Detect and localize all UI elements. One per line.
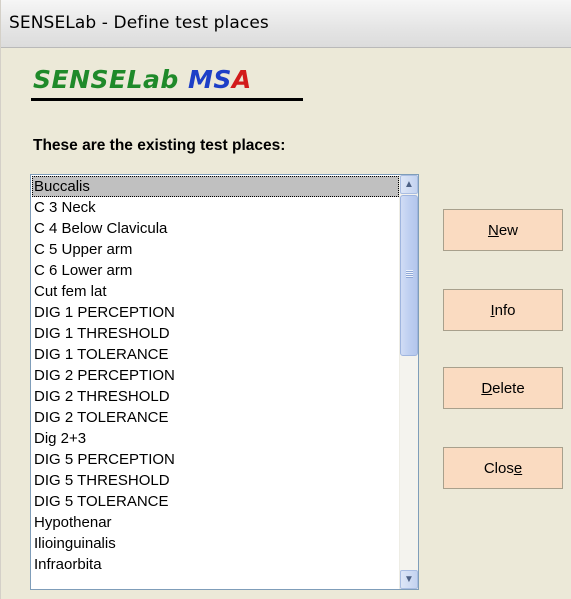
list-item[interactable]: DIG 5 PERCEPTION bbox=[32, 449, 399, 470]
title-bar[interactable]: SENSELab - Define test places bbox=[1, 0, 571, 48]
logo-part-ms: MS bbox=[188, 65, 232, 94]
test-places-listbox[interactable]: Buccalis C 3 Neck C 4 Below Clavicula C 5 U… bbox=[30, 174, 419, 590]
new-button[interactable]: New bbox=[443, 209, 563, 251]
list-item[interactable]: DIG 2 THRESHOLD bbox=[32, 386, 399, 407]
list-item[interactable]: C 3 Neck bbox=[32, 197, 399, 218]
list-item[interactable]: Dig 2+3 bbox=[32, 428, 399, 449]
logo-part-senselab: SENSELab bbox=[33, 65, 179, 94]
close-button[interactable]: Close bbox=[443, 447, 563, 489]
delete-button-label: Delete bbox=[481, 379, 525, 397]
list-item[interactable]: DIG 1 TOLERANCE bbox=[32, 344, 399, 365]
info-button[interactable]: Info bbox=[443, 289, 563, 331]
list-item[interactable]: Hypothenar bbox=[32, 512, 399, 533]
close-button-label: Close bbox=[483, 459, 523, 477]
vertical-scrollbar[interactable]: ▲ ▼ bbox=[399, 175, 418, 589]
test-places-list[interactable]: Buccalis C 3 Neck C 4 Below Clavicula C 5 U… bbox=[32, 176, 399, 575]
list-item[interactable]: DIG 2 TOLERANCE bbox=[32, 407, 399, 428]
list-item[interactable]: Ilioinguinalis bbox=[32, 533, 399, 554]
grip-icon bbox=[406, 270, 413, 278]
delete-button[interactable]: Delete bbox=[443, 367, 563, 409]
window-title: SENSELab - Define test places bbox=[9, 13, 269, 33]
arrow-up-icon: ▲ bbox=[404, 179, 414, 190]
info-button-label: Info bbox=[490, 301, 516, 319]
list-item[interactable]: DIG 2 PERCEPTION bbox=[32, 365, 399, 386]
list-item[interactable]: C 4 Below Clavicula bbox=[32, 218, 399, 239]
list-item[interactable]: C 5 Upper arm bbox=[32, 239, 399, 260]
scroll-thumb[interactable] bbox=[400, 195, 418, 356]
list-item[interactable]: Infraorbita bbox=[32, 554, 399, 575]
list-item[interactable]: DIG 5 THRESHOLD bbox=[32, 470, 399, 491]
scroll-up-button[interactable]: ▲ bbox=[400, 175, 418, 194]
logo-underline bbox=[31, 98, 303, 101]
list-heading: These are the existing test places: bbox=[33, 137, 286, 154]
new-button-label: New bbox=[487, 221, 519, 239]
scroll-down-button[interactable]: ▼ bbox=[400, 570, 418, 589]
arrow-down-icon: ▼ bbox=[404, 574, 414, 585]
define-test-places-window: SENSELab - Define test places SENSELab M… bbox=[0, 0, 571, 599]
list-item[interactable]: Cut fem lat bbox=[32, 281, 399, 302]
senselab-msa-logo: SENSELab MSA bbox=[33, 66, 252, 94]
list-item[interactable]: C 6 Lower arm bbox=[32, 260, 399, 281]
logo-part-a: A bbox=[231, 65, 252, 94]
list-item[interactable]: DIG 5 TOLERANCE bbox=[32, 491, 399, 512]
list-item[interactable]: DIG 1 PERCEPTION bbox=[32, 302, 399, 323]
list-item[interactable]: DIG 1 THRESHOLD bbox=[32, 323, 399, 344]
list-item[interactable]: Buccalis bbox=[32, 176, 399, 197]
